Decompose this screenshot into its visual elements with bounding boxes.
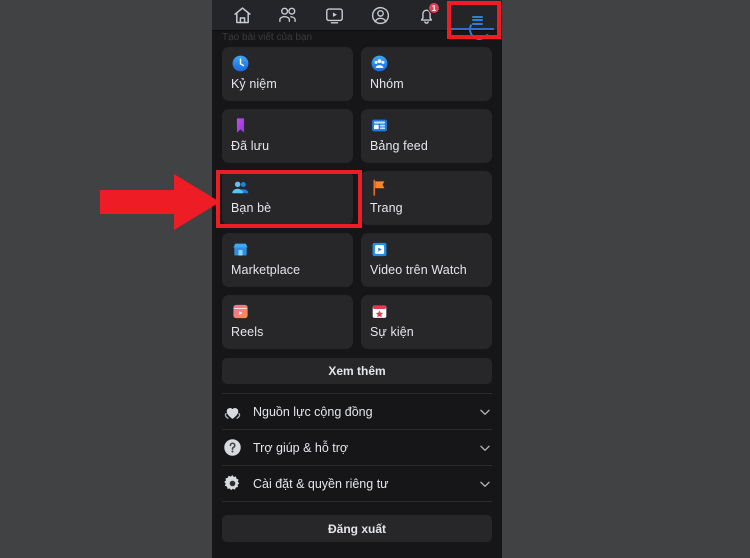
- tile-memories[interactable]: Kỷ niệm: [222, 47, 353, 101]
- tile-label: Bảng feed: [370, 139, 428, 153]
- tile-label: Reels: [231, 325, 264, 339]
- nav-menu-button[interactable]: [450, 1, 494, 30]
- tile-label: Đã lưu: [231, 139, 270, 153]
- nav-watch-button[interactable]: [312, 1, 356, 30]
- tile-watch-video[interactable]: Video trên Watch: [361, 233, 492, 287]
- tile-events[interactable]: Sự kiện: [361, 295, 492, 349]
- marketplace-store-icon: [231, 240, 250, 259]
- menu-row-label: Nguồn lực cộng đồng: [253, 404, 373, 419]
- tile-feeds[interactable]: Bảng feed: [361, 109, 492, 163]
- tile-label: Trang: [370, 201, 403, 215]
- tile-label: Marketplace: [231, 263, 301, 277]
- friends-icon: [277, 4, 299, 26]
- logout-button[interactable]: Đăng xuất: [222, 515, 492, 542]
- tile-friends[interactable]: Bạn bè: [222, 171, 353, 225]
- watch-video-icon: [370, 240, 389, 259]
- chevron-down-icon[interactable]: [478, 441, 492, 455]
- pages-flag-icon: [370, 178, 389, 197]
- nav-notifications-button[interactable]: 1: [404, 1, 448, 30]
- groups-people-icon: [370, 54, 389, 73]
- tile-label: Nhóm: [370, 77, 404, 91]
- home-icon: [232, 5, 253, 26]
- red-arrow-pointer: [100, 174, 220, 230]
- see-more-button[interactable]: Xem thêm: [222, 358, 492, 384]
- tile-label: Sự kiện: [370, 325, 414, 339]
- tile-label: Kỷ niệm: [231, 77, 277, 91]
- nav-home-button[interactable]: [220, 1, 264, 30]
- menu-content: Tạo bài viết của bạn Kỷ niệm Nhóm Đã lưu…: [212, 32, 502, 542]
- settings-gear-icon: [222, 473, 243, 494]
- memories-clock-icon: [231, 54, 250, 73]
- nav-friends-button[interactable]: [266, 1, 310, 30]
- shortcut-grid: Kỷ niệm Nhóm Đã lưu Bảng feed Bạn bè Tra…: [222, 47, 492, 349]
- menu-row-community[interactable]: Nguồn lực cộng đồng: [222, 394, 492, 430]
- tile-pages[interactable]: Trang: [361, 171, 492, 225]
- logout-section: Đăng xuất: [222, 502, 492, 542]
- tile-reels[interactable]: Reels: [222, 295, 353, 349]
- reels-clapper-icon: [231, 302, 250, 321]
- screenshot-canvas: 1 Tạo bài viết của bạn Kỷ niệm Nhóm Đã l…: [0, 0, 750, 558]
- cut-off-text-fragment: Tạo bài viết của bạn: [222, 32, 313, 43]
- tile-label: Video trên Watch: [370, 263, 467, 277]
- menu-row-label: Cài đặt & quyền riêng tư: [253, 476, 389, 491]
- active-tab-underline: [450, 27, 494, 30]
- chevron-down-icon[interactable]: [478, 477, 492, 491]
- nav-profile-button[interactable]: [358, 1, 402, 30]
- tile-groups[interactable]: Nhóm: [361, 47, 492, 101]
- top-navigation-bar: 1: [212, 0, 502, 31]
- tile-label: Bạn bè: [231, 201, 272, 215]
- menu-row-help[interactable]: Trợ giúp & hỗ trợ: [222, 430, 492, 466]
- tile-saved[interactable]: Đã lưu: [222, 109, 353, 163]
- tile-marketplace[interactable]: Marketplace: [222, 233, 353, 287]
- feeds-board-icon: [370, 116, 389, 135]
- chevron-down-icon[interactable]: [478, 405, 492, 419]
- menu-row-settings[interactable]: Cài đặt & quyền riêng tư: [222, 466, 492, 502]
- watch-icon: [324, 5, 345, 26]
- menu-row-label: Trợ giúp & hỗ trợ: [253, 440, 349, 455]
- phone-screen: 1 Tạo bài viết của bạn Kỷ niệm Nhóm Đã l…: [212, 0, 502, 558]
- events-calendar-icon: [370, 302, 389, 321]
- notification-badge: 1: [428, 1, 440, 14]
- friends-people-icon: [231, 178, 250, 197]
- saved-bookmark-icon: [231, 116, 250, 135]
- community-heart-hands-icon: [222, 401, 243, 422]
- help-question-icon: [222, 437, 243, 458]
- profile-icon: [370, 5, 391, 26]
